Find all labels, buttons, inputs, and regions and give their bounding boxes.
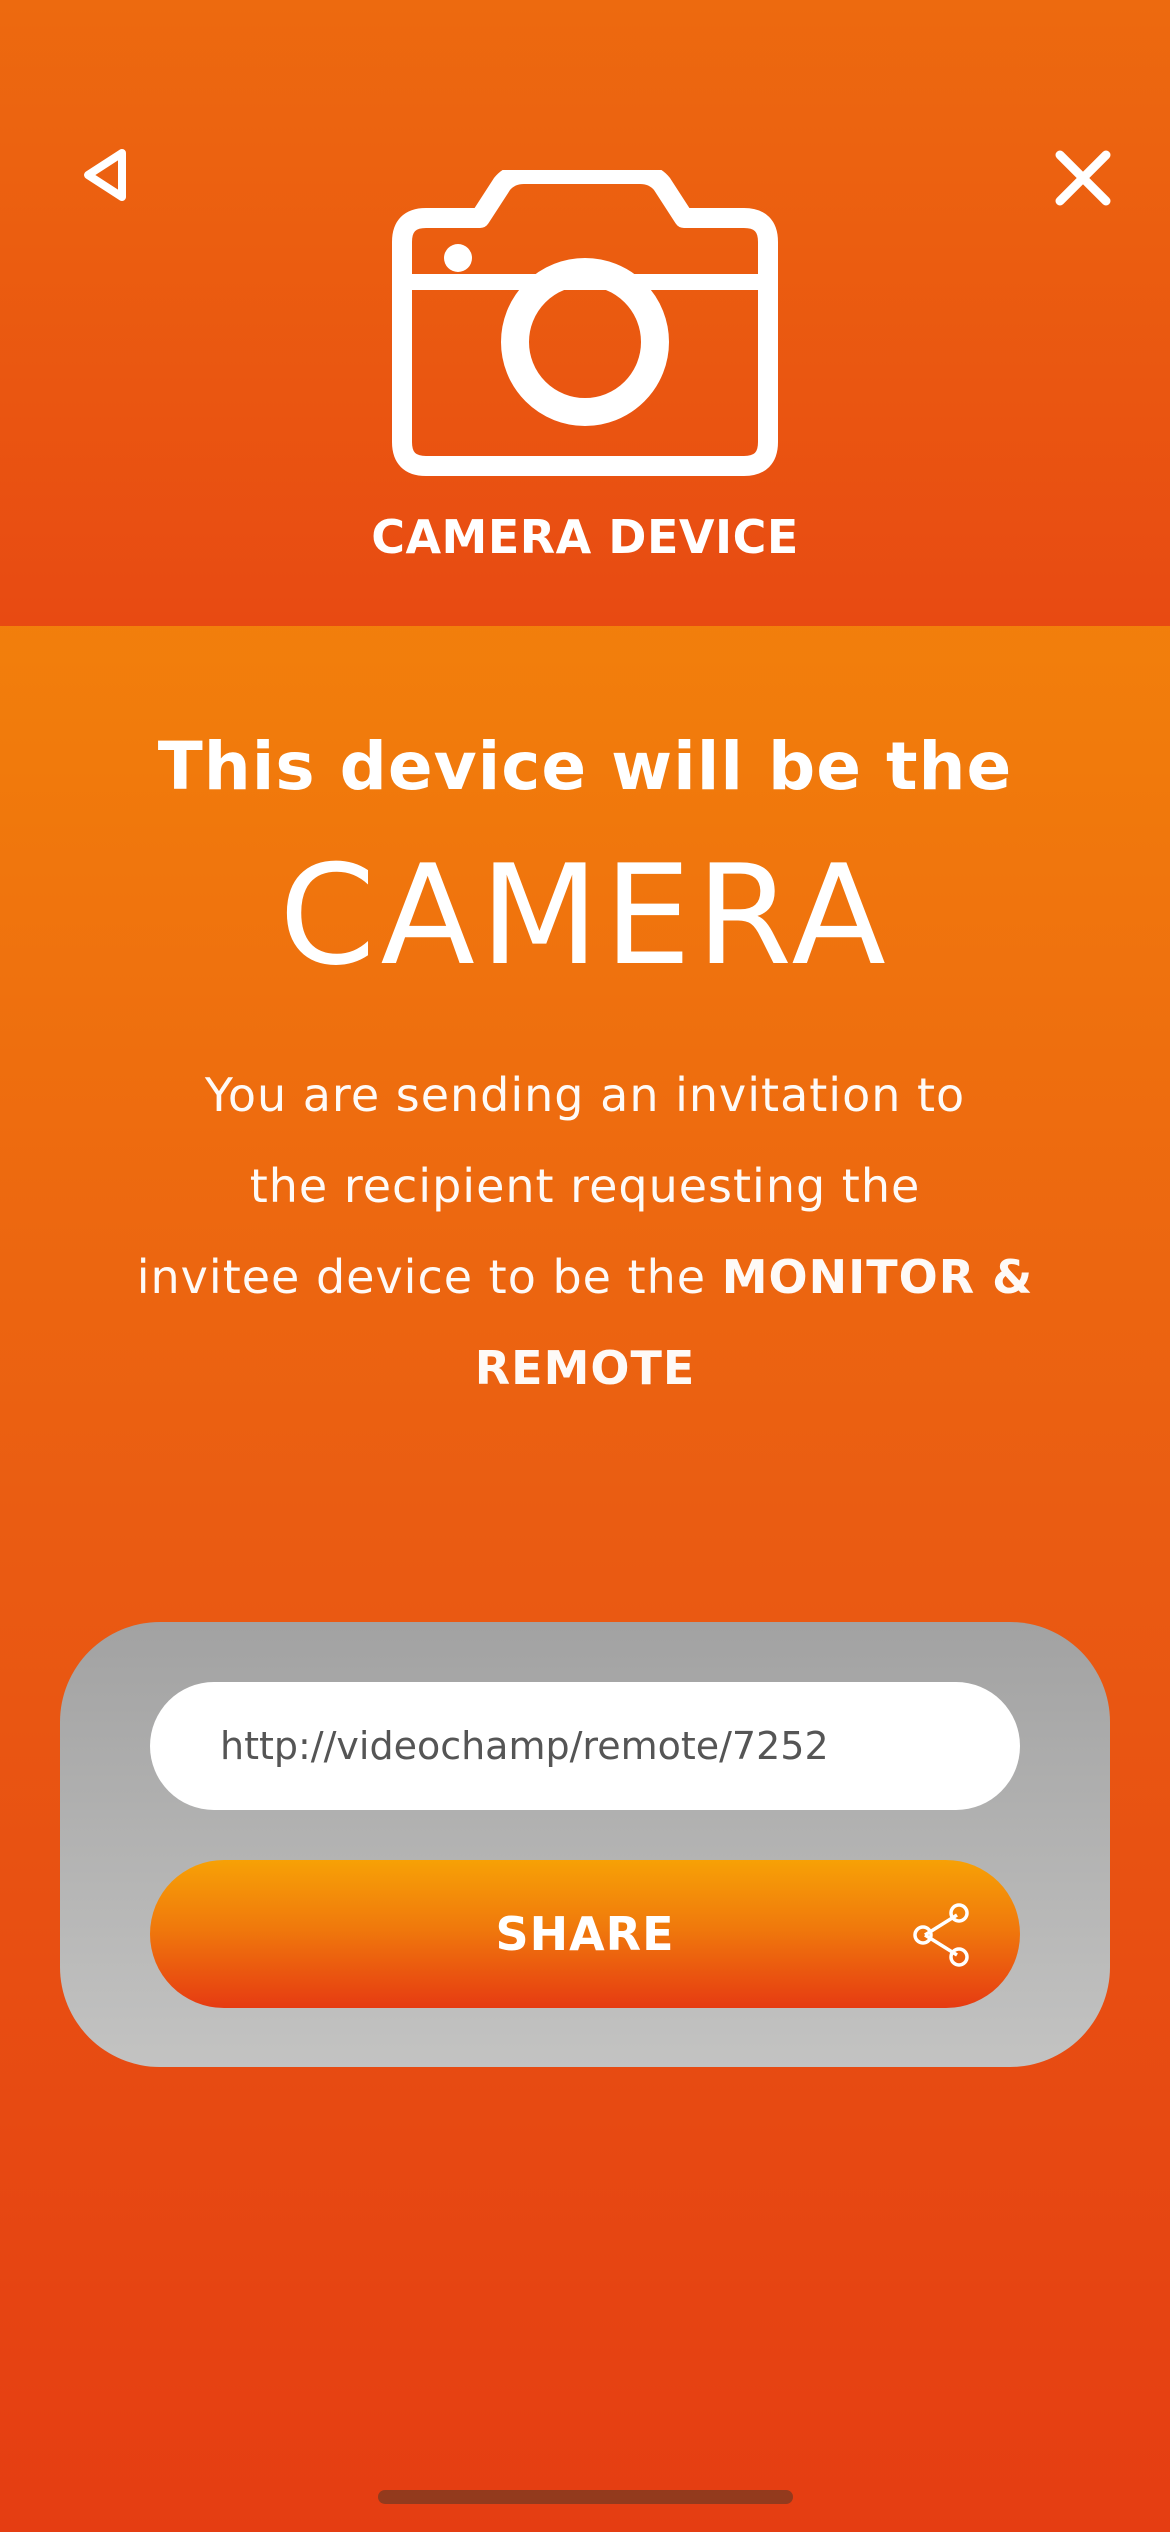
header: CAMERA DEVICE — [0, 0, 1170, 626]
invitation-description: You are sending an invitation to the rec… — [135, 1050, 1035, 1414]
page-title: CAMERA DEVICE — [371, 510, 799, 564]
back-triangle-icon — [84, 149, 126, 201]
invite-link-field[interactable] — [150, 1682, 1020, 1810]
share-icon — [913, 1903, 969, 1967]
description-line-1: You are sending an invitation to — [204, 1068, 966, 1122]
lead-text: This device will be the — [157, 728, 1013, 805]
share-button-label: SHARE — [495, 1907, 675, 1961]
home-indicator[interactable] — [378, 2490, 793, 2504]
camera-icon — [392, 170, 778, 476]
role-heading: CAMERA — [279, 835, 891, 996]
close-icon — [1055, 150, 1110, 205]
share-button[interactable]: SHARE — [150, 1860, 1020, 2008]
back-button[interactable] — [70, 140, 140, 210]
close-button[interactable] — [1045, 140, 1120, 215]
description-line-3: invitee device to be the — [136, 1250, 707, 1304]
description-line-2: the recipient requesting the — [249, 1159, 921, 1213]
